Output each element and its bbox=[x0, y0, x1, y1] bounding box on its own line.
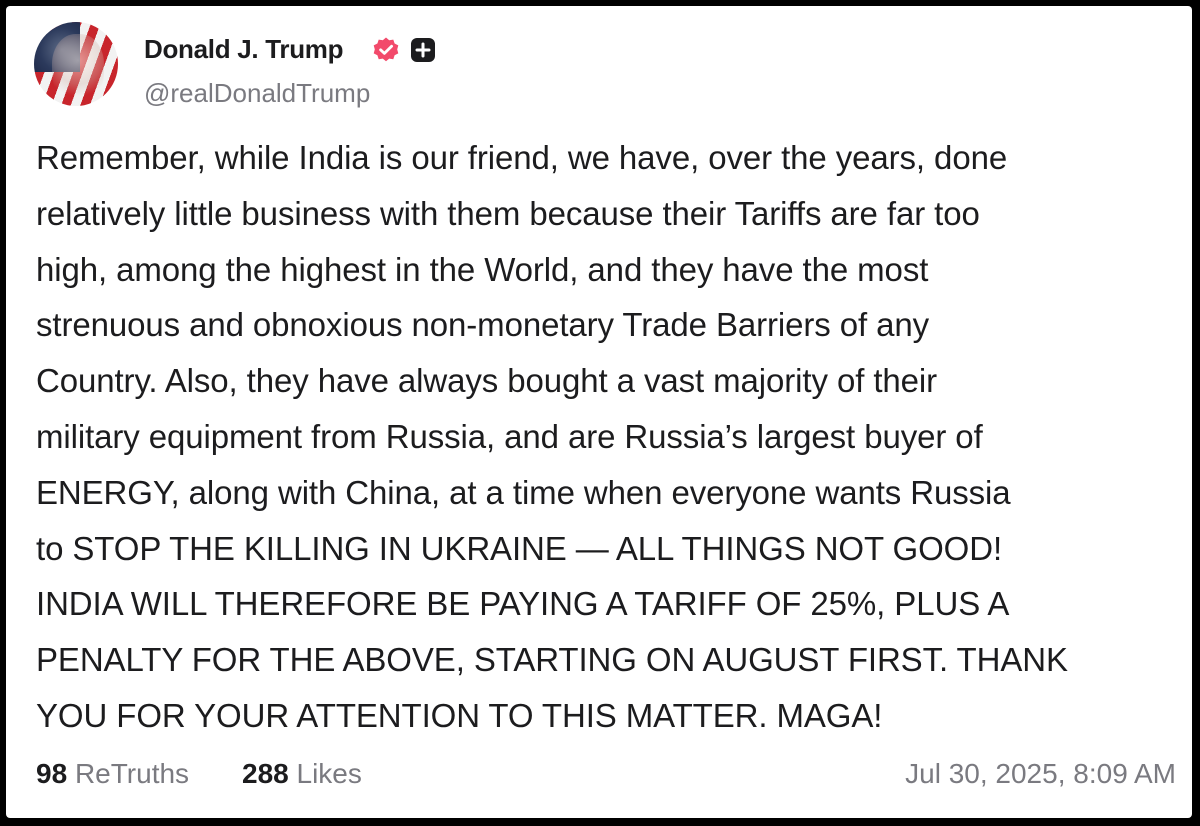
post-body-text: Remember, while India is our friend, we … bbox=[36, 139, 1068, 734]
retruths-label: ReTruths bbox=[74, 758, 190, 789]
likes-label: Likes bbox=[296, 758, 362, 789]
post-card: Donald J. Trump @realDonaldTrump Remembe… bbox=[6, 6, 1192, 818]
retruths-stat[interactable]: 98 ReTruths bbox=[36, 758, 189, 790]
post-header: Donald J. Trump @realDonaldTrump bbox=[6, 6, 1192, 116]
verified-check-icon bbox=[373, 37, 399, 62]
likes-count: 288 bbox=[242, 758, 289, 789]
post-timestamp[interactable]: Jul 30, 2025, 8:09 AM bbox=[905, 758, 1176, 790]
likes-stat[interactable]: 288 Likes bbox=[242, 758, 362, 790]
retruths-count: 98 bbox=[36, 758, 68, 789]
post-footer: 98 ReTruths 288 Likes Jul 30, 2025, 8:09… bbox=[36, 758, 1176, 798]
author-handle[interactable]: @realDonaldTrump bbox=[144, 78, 370, 109]
avatar[interactable] bbox=[34, 22, 118, 106]
avatar-portrait bbox=[52, 34, 104, 100]
plus-square-icon bbox=[411, 38, 435, 62]
author-display-name[interactable]: Donald J. Trump bbox=[144, 34, 343, 65]
